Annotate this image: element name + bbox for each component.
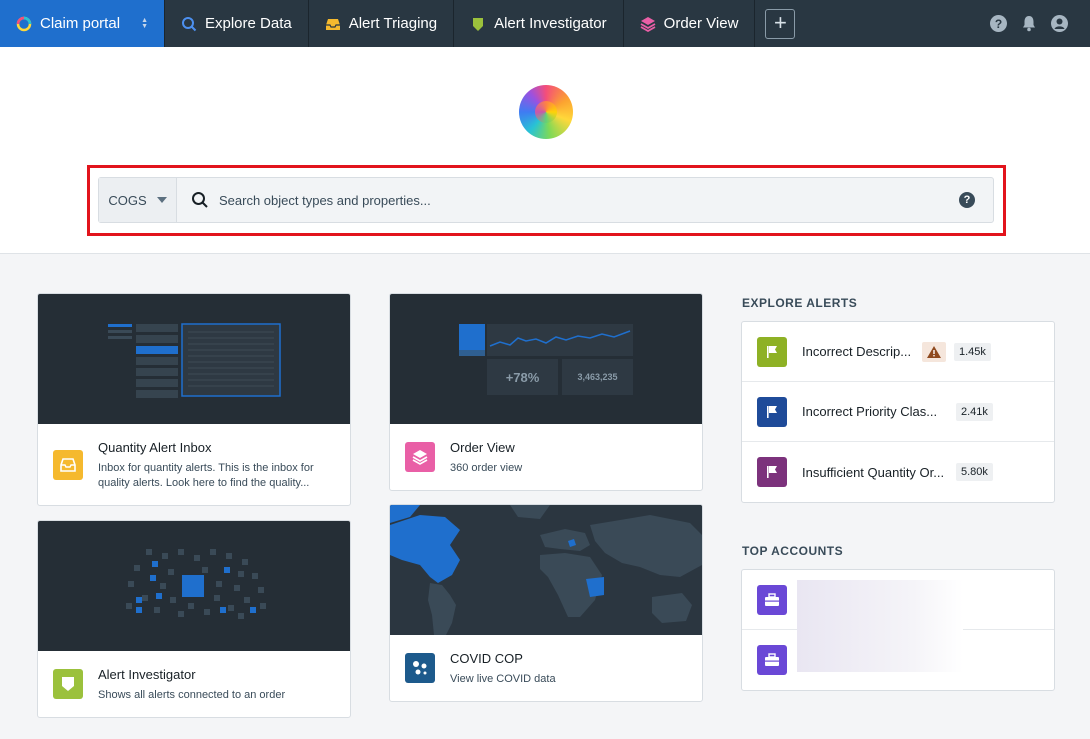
alert-row[interactable]: Insufficient Quantity Or... 5.80k [742, 442, 1054, 502]
warning-icon [922, 341, 946, 362]
tab-alert-triaging[interactable]: Alert Triaging [309, 0, 455, 47]
flag-icon [757, 336, 787, 367]
search-icon [192, 192, 208, 208]
card-info: COVID COP View live COVID data [390, 635, 702, 687]
tab-alert-investigator[interactable]: Alert Investigator [454, 0, 624, 47]
tab-label: Alert Triaging [348, 15, 438, 32]
inbox-icon [53, 450, 83, 480]
card-description: Shows all alerts connected to an order [98, 689, 286, 701]
explore-alerts-panel: Incorrect Descrip... 1.45k Incorrect Pri… [741, 321, 1055, 503]
tab-label: Claim portal [40, 15, 121, 32]
flag-icon [757, 457, 787, 487]
top-accounts-panel [741, 569, 1055, 691]
badge-icon [53, 669, 83, 699]
total-stat: 3,463,235 [577, 372, 618, 382]
search-icon [182, 16, 197, 31]
inbox-icon [325, 18, 340, 30]
scope-label: COGS [108, 192, 147, 208]
tab-label: Order View [663, 15, 739, 32]
card-title: COVID COP [450, 651, 523, 666]
alert-label: Incorrect Descrip... [802, 344, 912, 359]
card-title: Quantity Alert Inbox [98, 440, 212, 455]
tab-label: Alert Investigator [494, 15, 607, 32]
alert-count: 5.80k [956, 463, 993, 481]
card-description: Inbox for quantity alerts. This is the i… [98, 462, 314, 489]
help-icon[interactable]: ? [990, 15, 1007, 32]
caret-down-icon [156, 197, 167, 203]
card-quantity-alert-inbox[interactable]: Quantity Alert Inbox Inbox for quantity … [37, 293, 351, 506]
tab-order-view[interactable]: Order View [624, 0, 756, 47]
order-preview-image: +78% 3,463,235 [390, 294, 702, 424]
add-tab-area: + [755, 0, 805, 47]
chevron-updown-icon: ▲ ▼ [141, 16, 148, 30]
top-accounts-title: TOP ACCOUNTS [742, 544, 844, 558]
briefcase-icon [757, 645, 787, 675]
tab-explore-data[interactable]: Explore Data [165, 0, 309, 47]
card-info: Order View 360 order view [390, 424, 702, 476]
card-order-view[interactable]: +78% 3,463,235 Order View 360 order view [389, 293, 703, 491]
user-icon[interactable] [1051, 15, 1068, 32]
redacted-account-names [797, 580, 963, 672]
card-info: Alert Investigator Shows all alerts conn… [38, 651, 350, 703]
world-map-preview [390, 505, 702, 635]
flag-icon [757, 396, 787, 427]
molecule-icon [405, 653, 435, 683]
search-bar: COGS Search object types and properties.… [98, 177, 994, 223]
inbox-preview-image [38, 294, 350, 424]
help-icon[interactable]: ? [959, 192, 975, 208]
card-title: Alert Investigator [98, 667, 196, 682]
top-right-icons: ? [990, 0, 1090, 47]
card-description: View live COVID data [450, 673, 556, 685]
search-input[interactable]: Search object types and properties... [219, 193, 959, 208]
card-title: Order View [450, 440, 515, 455]
tab-label: Explore Data [205, 15, 292, 32]
add-tab-button[interactable]: + [765, 8, 796, 39]
app-logo [519, 85, 573, 139]
alert-row[interactable]: Incorrect Priority Clas... 2.41k [742, 382, 1054, 442]
top-nav-bar: Claim portal ▲ ▼ Explore Data Alert Triag… [0, 0, 1090, 47]
alert-count: 2.41k [956, 402, 993, 421]
logo-ring-icon [16, 16, 32, 31]
card-covid-cop[interactable]: COVID COP View live COVID data [389, 504, 703, 702]
investigator-preview-image [38, 521, 350, 651]
scope-dropdown[interactable]: COGS [99, 178, 177, 222]
alert-row[interactable]: Incorrect Descrip... 1.45k [742, 322, 1054, 382]
tab-claim-portal[interactable]: Claim portal ▲ ▼ [0, 0, 165, 47]
alert-label: Insufficient Quantity Or... [802, 464, 945, 480]
briefcase-icon [757, 584, 787, 615]
card-description: 360 order view [450, 462, 523, 474]
explore-alerts-title: EXPLORE ALERTS [742, 296, 858, 310]
bell-icon[interactable] [1021, 15, 1037, 32]
card-alert-investigator[interactable]: Alert Investigator Shows all alerts conn… [37, 520, 351, 718]
card-info: Quantity Alert Inbox Inbox for quantity … [38, 424, 350, 491]
layers-icon [640, 16, 656, 32]
badge-icon [473, 17, 484, 31]
alert-count: 1.45k [954, 342, 991, 361]
search-header: COGS Search object types and properties.… [0, 47, 1090, 254]
percent-change-stat: +78% [505, 369, 540, 385]
layers-icon [405, 442, 435, 472]
alert-label: Incorrect Priority Clas... [802, 404, 938, 419]
